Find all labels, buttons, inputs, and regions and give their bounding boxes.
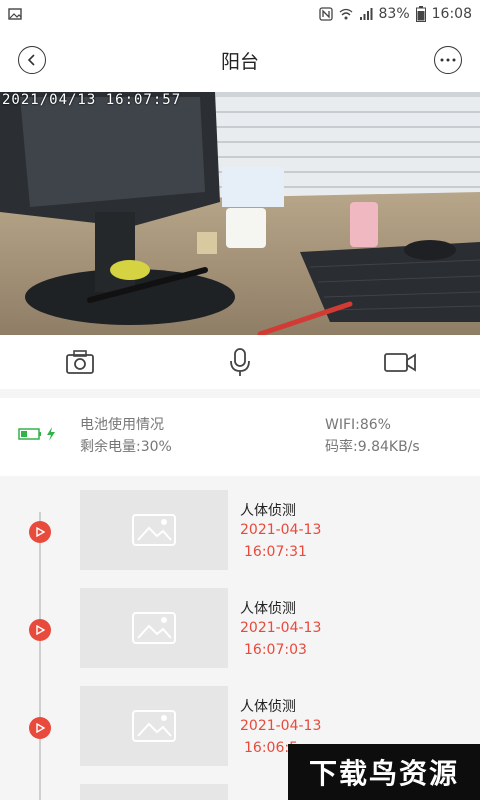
- battery-charging-icon: [18, 427, 55, 441]
- video-timestamp: 2021/04/13 16:07:57: [2, 92, 182, 108]
- watermark-logo: 下载鸟资源: [288, 744, 480, 800]
- play-icon[interactable]: [29, 717, 51, 739]
- event-thumbnail[interactable]: [80, 490, 228, 570]
- list-item[interactable]: 人体侦测 2021-04-13 16:07:03: [0, 588, 480, 668]
- status-left: [8, 7, 22, 21]
- event-title: 人体侦测: [240, 699, 296, 715]
- wifi-icon: [339, 8, 352, 20]
- image-icon: [8, 8, 22, 20]
- event-time: 16:07:03: [244, 642, 307, 658]
- list-item[interactable]: 人体侦测 2021-04-13 16:07:31: [0, 490, 480, 570]
- nfc-icon: [318, 7, 333, 21]
- more-horizontal-icon: [440, 58, 456, 62]
- play-icon[interactable]: [29, 521, 51, 543]
- event-date: 2021-04-13: [240, 620, 322, 636]
- video-camera-icon: [384, 353, 416, 372]
- network-info: WIFI:86% 码率:9.84KB/s: [325, 414, 420, 458]
- image-placeholder-icon: [132, 514, 176, 546]
- battery-remaining: 剩余电量:30%: [80, 439, 172, 455]
- device-info-panel: 电池使用情况 剩余电量:30% WIFI:86% 码率:9.84KB/s: [0, 398, 480, 476]
- camera-icon: [66, 350, 94, 374]
- battery-usage-label: 电池使用情况: [80, 417, 164, 433]
- snapshot-button[interactable]: [60, 342, 100, 382]
- battery-percent: 83%: [378, 6, 410, 22]
- status-time: 16:08: [431, 6, 472, 22]
- camera-controls: [0, 335, 480, 389]
- chevron-left-icon: [27, 54, 35, 66]
- bitrate: 码率:9.84KB/s: [325, 439, 420, 455]
- battery-info: 电池使用情况 剩余电量:30%: [80, 414, 172, 458]
- more-button[interactable]: [434, 46, 462, 74]
- title-bar: 阳台: [0, 28, 480, 92]
- record-button[interactable]: [380, 342, 420, 382]
- event-date: 2021-04-13: [240, 522, 322, 538]
- camera-scene-image: [0, 92, 480, 335]
- event-thumbnail-partial[interactable]: [80, 784, 228, 800]
- signal-icon: [359, 8, 373, 20]
- play-icon[interactable]: [29, 619, 51, 641]
- event-date: 2021-04-13: [240, 718, 322, 734]
- wifi-strength: WIFI:86%: [325, 417, 391, 433]
- event-thumbnail[interactable]: [80, 588, 228, 668]
- microphone-icon: [230, 348, 250, 376]
- event-thumbnail[interactable]: [80, 686, 228, 766]
- event-time: 16:07:31: [244, 544, 307, 560]
- page-title: 阳台: [220, 50, 259, 73]
- camera-video-feed[interactable]: 2021/04/13 16:07:57: [0, 92, 480, 335]
- status-right: 83% 16:08: [318, 6, 472, 22]
- status-bar: 83% 16:08: [0, 0, 480, 28]
- talk-button[interactable]: [220, 342, 260, 382]
- image-placeholder-icon: [132, 612, 176, 644]
- image-placeholder-icon: [132, 710, 176, 742]
- battery-icon: [415, 6, 426, 22]
- event-title: 人体侦测: [240, 601, 296, 617]
- back-button[interactable]: [18, 46, 46, 74]
- event-title: 人体侦测: [240, 503, 296, 519]
